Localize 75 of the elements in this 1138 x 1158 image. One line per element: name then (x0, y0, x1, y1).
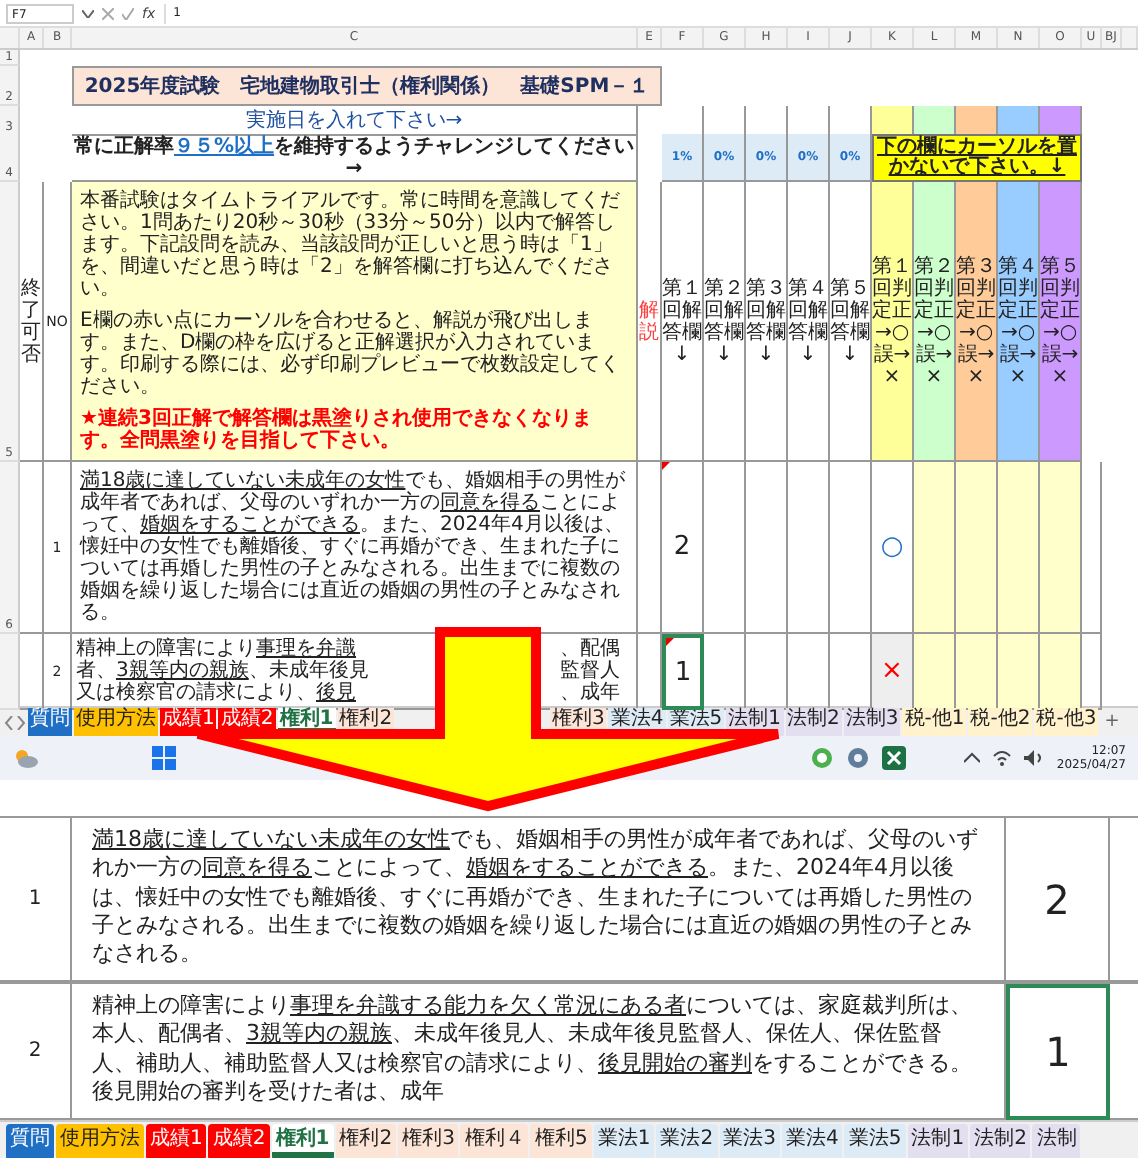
judgement-heading: 第３回判定正→○誤→× (956, 182, 998, 462)
instruction-text: 本番試験はタイムトライアルです。常に時間を意識してください。1問あたり20秒～30秒（33分～50分）以内で解答します。下記設問を読み、当該設問が正しいと思う時は「1」を、間違いだと思う時は「2」を解答欄に打ち込んでください。 (80, 190, 622, 300)
answer-cell[interactable]: 1 (662, 634, 704, 710)
sheet-tab[interactable]: 成績1 (146, 1123, 207, 1158)
answer-heading: 第５回解答欄↓ (830, 277, 870, 365)
sheet-tab[interactable]: 法制3 (843, 708, 901, 736)
sheet-tab[interactable]: 法制 (1032, 1123, 1081, 1158)
judgement-heading: 第１回判定正→○誤→× (872, 182, 914, 462)
judgement-heading: 第４回判定正→○誤→× (998, 182, 1040, 462)
caret-icon[interactable] (82, 9, 94, 17)
sheet-tab[interactable]: 業法4 (781, 1123, 843, 1158)
sheet-tab[interactable]: 権利5 (530, 1123, 592, 1158)
question-text: 満18歳に達していない未成年の女性でも、婚姻相手の男性が成年者であれば、父母のいずれか一方の同意を得る ことによって、婚姻をすることができる。また、2024年4月以後は、懐妊中の女性でも離婚後、すぐに再婚ができ、生まれた子については再婚した男性の子とみなされる。出生までに複数の婚姻を繰り返した場合には直近の婚姻の男性の子とみなされる。 (72, 818, 1006, 982)
sheet-tab[interactable]: 権利４ (460, 1123, 529, 1158)
answer-cell[interactable]: 1 (1006, 984, 1110, 1120)
chevron-right-icon[interactable] (16, 715, 26, 729)
sheet-tab[interactable]: 業法1 (593, 1123, 655, 1158)
answer-heading: 第２回解答欄↓ (704, 277, 744, 365)
question-text-line: 又は検察官の請求により、後見 (76, 682, 358, 704)
add-sheet-button[interactable]: + (1100, 712, 1124, 732)
color-band (998, 106, 1040, 136)
sheet-tab[interactable]: 業法5 (844, 1123, 906, 1158)
start-icon[interactable] (152, 746, 176, 770)
question-text-line: 、配偶 (560, 638, 620, 660)
color-band (872, 106, 914, 136)
question-text-line: 監督人 (560, 660, 620, 682)
judgement-heading: 第５回判定正→○誤→× (1040, 182, 1082, 462)
sheet-tab[interactable]: 使用方法 (56, 1123, 144, 1158)
status-heading: 終了可否 (21, 277, 41, 365)
wifi-icon[interactable] (992, 750, 1013, 766)
instruction-text: ★連続3回正解で解答欄は黒塗りされ使用できなくなります。全問黒塗りを目指して下さい。 (80, 408, 594, 452)
sheet-tab[interactable]: 使用方法 (74, 708, 158, 736)
sheet-tab[interactable]: 業法2 (656, 1123, 718, 1158)
caret-up-icon[interactable] (964, 752, 981, 764)
sheet-tab[interactable]: 質問 (6, 1123, 54, 1158)
judgement-heading: 第２回判定正→○誤→× (914, 182, 956, 462)
answer-cell[interactable]: 2 (662, 462, 704, 634)
sheet-tab[interactable]: 成績2 (208, 1123, 270, 1158)
color-band (1040, 106, 1082, 136)
speaker-icon[interactable] (1024, 750, 1045, 766)
sheet-tab[interactable]: 税-他3 (1034, 708, 1099, 736)
sheet-tab[interactable]: 成績1 (160, 708, 217, 736)
answer-heading: 第１回解答欄↓ (662, 277, 702, 365)
date-prompt: 実施日を入れて下さい→ (72, 106, 638, 136)
chevron-left-icon[interactable] (4, 715, 14, 729)
sheet-tab[interactable]: 法制1 (907, 1123, 969, 1158)
spreadsheet-icon[interactable] (882, 746, 906, 770)
answer-heading: 第３回解答欄↓ (746, 277, 786, 365)
color-band (914, 106, 956, 136)
sheet-tab[interactable]: 質問 (28, 708, 72, 736)
sheet-title: 2025年度試験 宅地建物取引士（権利関係） 基礎SPM－１ (72, 66, 662, 106)
question-number: 1 (0, 818, 72, 982)
sheet-tab[interactable]: 税-他1 (902, 708, 967, 736)
comment-marker-icon (666, 638, 674, 646)
question-text-line: 、成年 (560, 682, 620, 704)
sheet-tab[interactable]: 税-他2 (968, 708, 1033, 736)
judgement-mark: × (872, 634, 914, 710)
comment-marker-icon (662, 462, 670, 470)
sheet-tab[interactable]: 権利2 (335, 1123, 397, 1158)
color-band (956, 106, 998, 136)
sheet-tab[interactable]: 法制2 (785, 708, 842, 736)
answer-cell[interactable]: 2 (1006, 818, 1110, 982)
warning-banner: 下の欄にカーソルを置かないで下さい。↓ (872, 134, 1082, 182)
check-icon[interactable] (122, 7, 134, 19)
answer-heading: 第４回解答欄↓ (788, 277, 828, 365)
cancel-icon[interactable] (102, 7, 114, 19)
sheet-tab[interactable]: 権利1 (271, 1123, 334, 1158)
sheet-tab[interactable]: 業法3 (719, 1123, 780, 1158)
sheet-tab[interactable]: 権利3 (398, 1123, 459, 1158)
question-text-line: 者、3親等内の親族、未成年後見 (76, 660, 371, 682)
question-text-line: 精神上の障害により 事理を弁識 (76, 638, 358, 660)
commentary-heading: 解説 (639, 299, 659, 343)
weather-icon[interactable] (12, 746, 40, 770)
instruction-text: E欄の赤い点にカーソルを合わせると、解説が飛び出します。また、D欄の枠を広げると正解選択が入力されています。印刷する際には、必ず印刷プレビューで枚数設定してください。 (80, 310, 622, 398)
sheet-tab[interactable]: 法制2 (970, 1123, 1031, 1158)
